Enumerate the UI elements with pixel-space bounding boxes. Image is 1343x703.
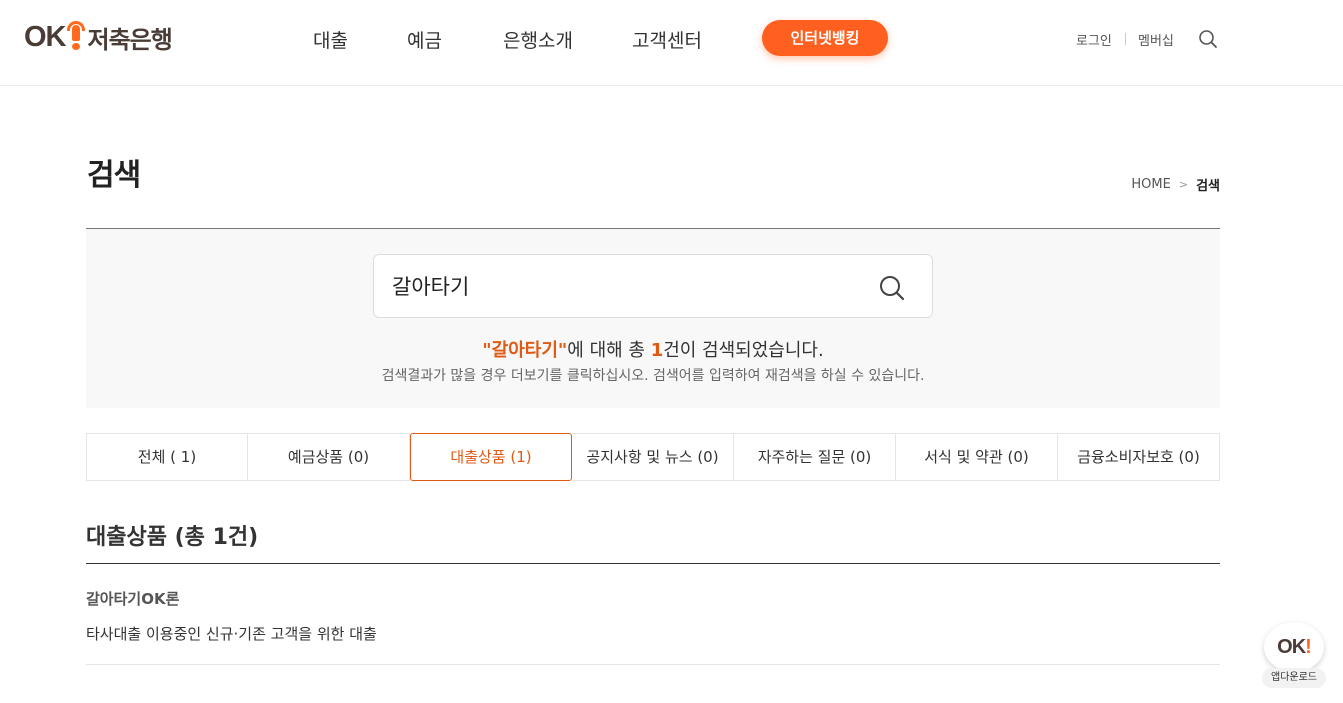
result-item-description: 타사대출 이용중인 신규·기존 고객을 위한 대출 bbox=[86, 625, 377, 643]
logo-exclamation-icon bbox=[66, 21, 85, 51]
tab-notices-news[interactable]: 공지사항 및 뉴스 (0) bbox=[572, 433, 734, 481]
result-text-mid: 에 대해 총 bbox=[567, 340, 651, 361]
tab-loan-products[interactable]: 대출상품 (1) bbox=[410, 433, 572, 481]
site-header: OK 저축은행 대출 예금 은행소개 고객센터 인터넷뱅킹 로그인 멤버십 bbox=[0, 0, 1343, 86]
app-logo-text: OK bbox=[1277, 636, 1306, 658]
tab-faq[interactable]: 자주하는 질문 (0) bbox=[734, 433, 896, 481]
nav-item-about[interactable]: 은행소개 bbox=[503, 26, 573, 53]
app-download-label: 앱다운로드 bbox=[1262, 668, 1326, 688]
search-icon[interactable] bbox=[1198, 29, 1218, 49]
logo-bank-name: 저축은행 bbox=[87, 25, 173, 54]
breadcrumb-separator: > bbox=[1178, 178, 1189, 191]
breadcrumb-home[interactable]: HOME bbox=[1131, 177, 1170, 192]
nav-item-loan[interactable]: 대출 bbox=[313, 26, 348, 53]
breadcrumb-current: 검색 bbox=[1196, 179, 1220, 194]
category-tabs: 전체 ( 1) 예금상품 (0) 대출상품 (1) 공지사항 및 뉴스 (0) … bbox=[86, 433, 1220, 481]
result-text-tail: 건이 검색되었습니다. bbox=[663, 340, 824, 361]
nav-item-deposit[interactable]: 예금 bbox=[407, 26, 442, 53]
search-panel: "갈아타기"에 대해 총 1건이 검색되었습니다. 검색결과가 많을 경우 더보… bbox=[86, 228, 1220, 408]
util-divider bbox=[1125, 33, 1126, 45]
logo-ok-text: OK bbox=[24, 20, 66, 53]
tab-deposit-products[interactable]: 예금상품 (0) bbox=[248, 433, 410, 481]
login-link[interactable]: 로그인 bbox=[1076, 30, 1112, 49]
section-divider bbox=[86, 563, 1220, 564]
search-submit-icon[interactable] bbox=[878, 274, 906, 302]
internet-banking-button[interactable]: 인터넷뱅킹 bbox=[762, 20, 888, 56]
nav-item-customer-center[interactable]: 고객센터 bbox=[632, 26, 702, 53]
result-item-title[interactable]: 갈아타기OK론 bbox=[86, 588, 179, 609]
app-logo-mark: ! bbox=[1305, 636, 1312, 658]
result-keyword: "갈아타기" bbox=[482, 340, 568, 361]
tab-consumer-protection[interactable]: 금융소비자보호 (0) bbox=[1058, 433, 1220, 481]
result-item-divider bbox=[86, 664, 1220, 665]
tab-forms-terms[interactable]: 서식 및 약관 (0) bbox=[896, 433, 1058, 481]
membership-link[interactable]: 멤버십 bbox=[1138, 30, 1174, 49]
app-download-button[interactable]: OK! 앱다운로드 bbox=[1262, 622, 1326, 690]
breadcrumb: HOME > 검색 bbox=[1131, 175, 1220, 194]
result-summary: "갈아타기"에 대해 총 1건이 검색되었습니다. bbox=[86, 336, 1220, 362]
page-title: 검색 bbox=[87, 158, 141, 193]
section-title: 대출상품 (총 1건) bbox=[86, 525, 259, 550]
brand-logo[interactable]: OK 저축은행 bbox=[24, 20, 173, 54]
result-hint: 검색결과가 많을 경우 더보기를 클릭하십시오. 검색어를 입력하여 재검색을 … bbox=[381, 368, 925, 384]
app-logo-icon: OK! bbox=[1264, 622, 1324, 672]
search-input[interactable] bbox=[392, 269, 862, 303]
result-count: 1 bbox=[650, 340, 664, 361]
tab-all[interactable]: 전체 ( 1) bbox=[86, 433, 248, 481]
search-box bbox=[373, 254, 933, 318]
